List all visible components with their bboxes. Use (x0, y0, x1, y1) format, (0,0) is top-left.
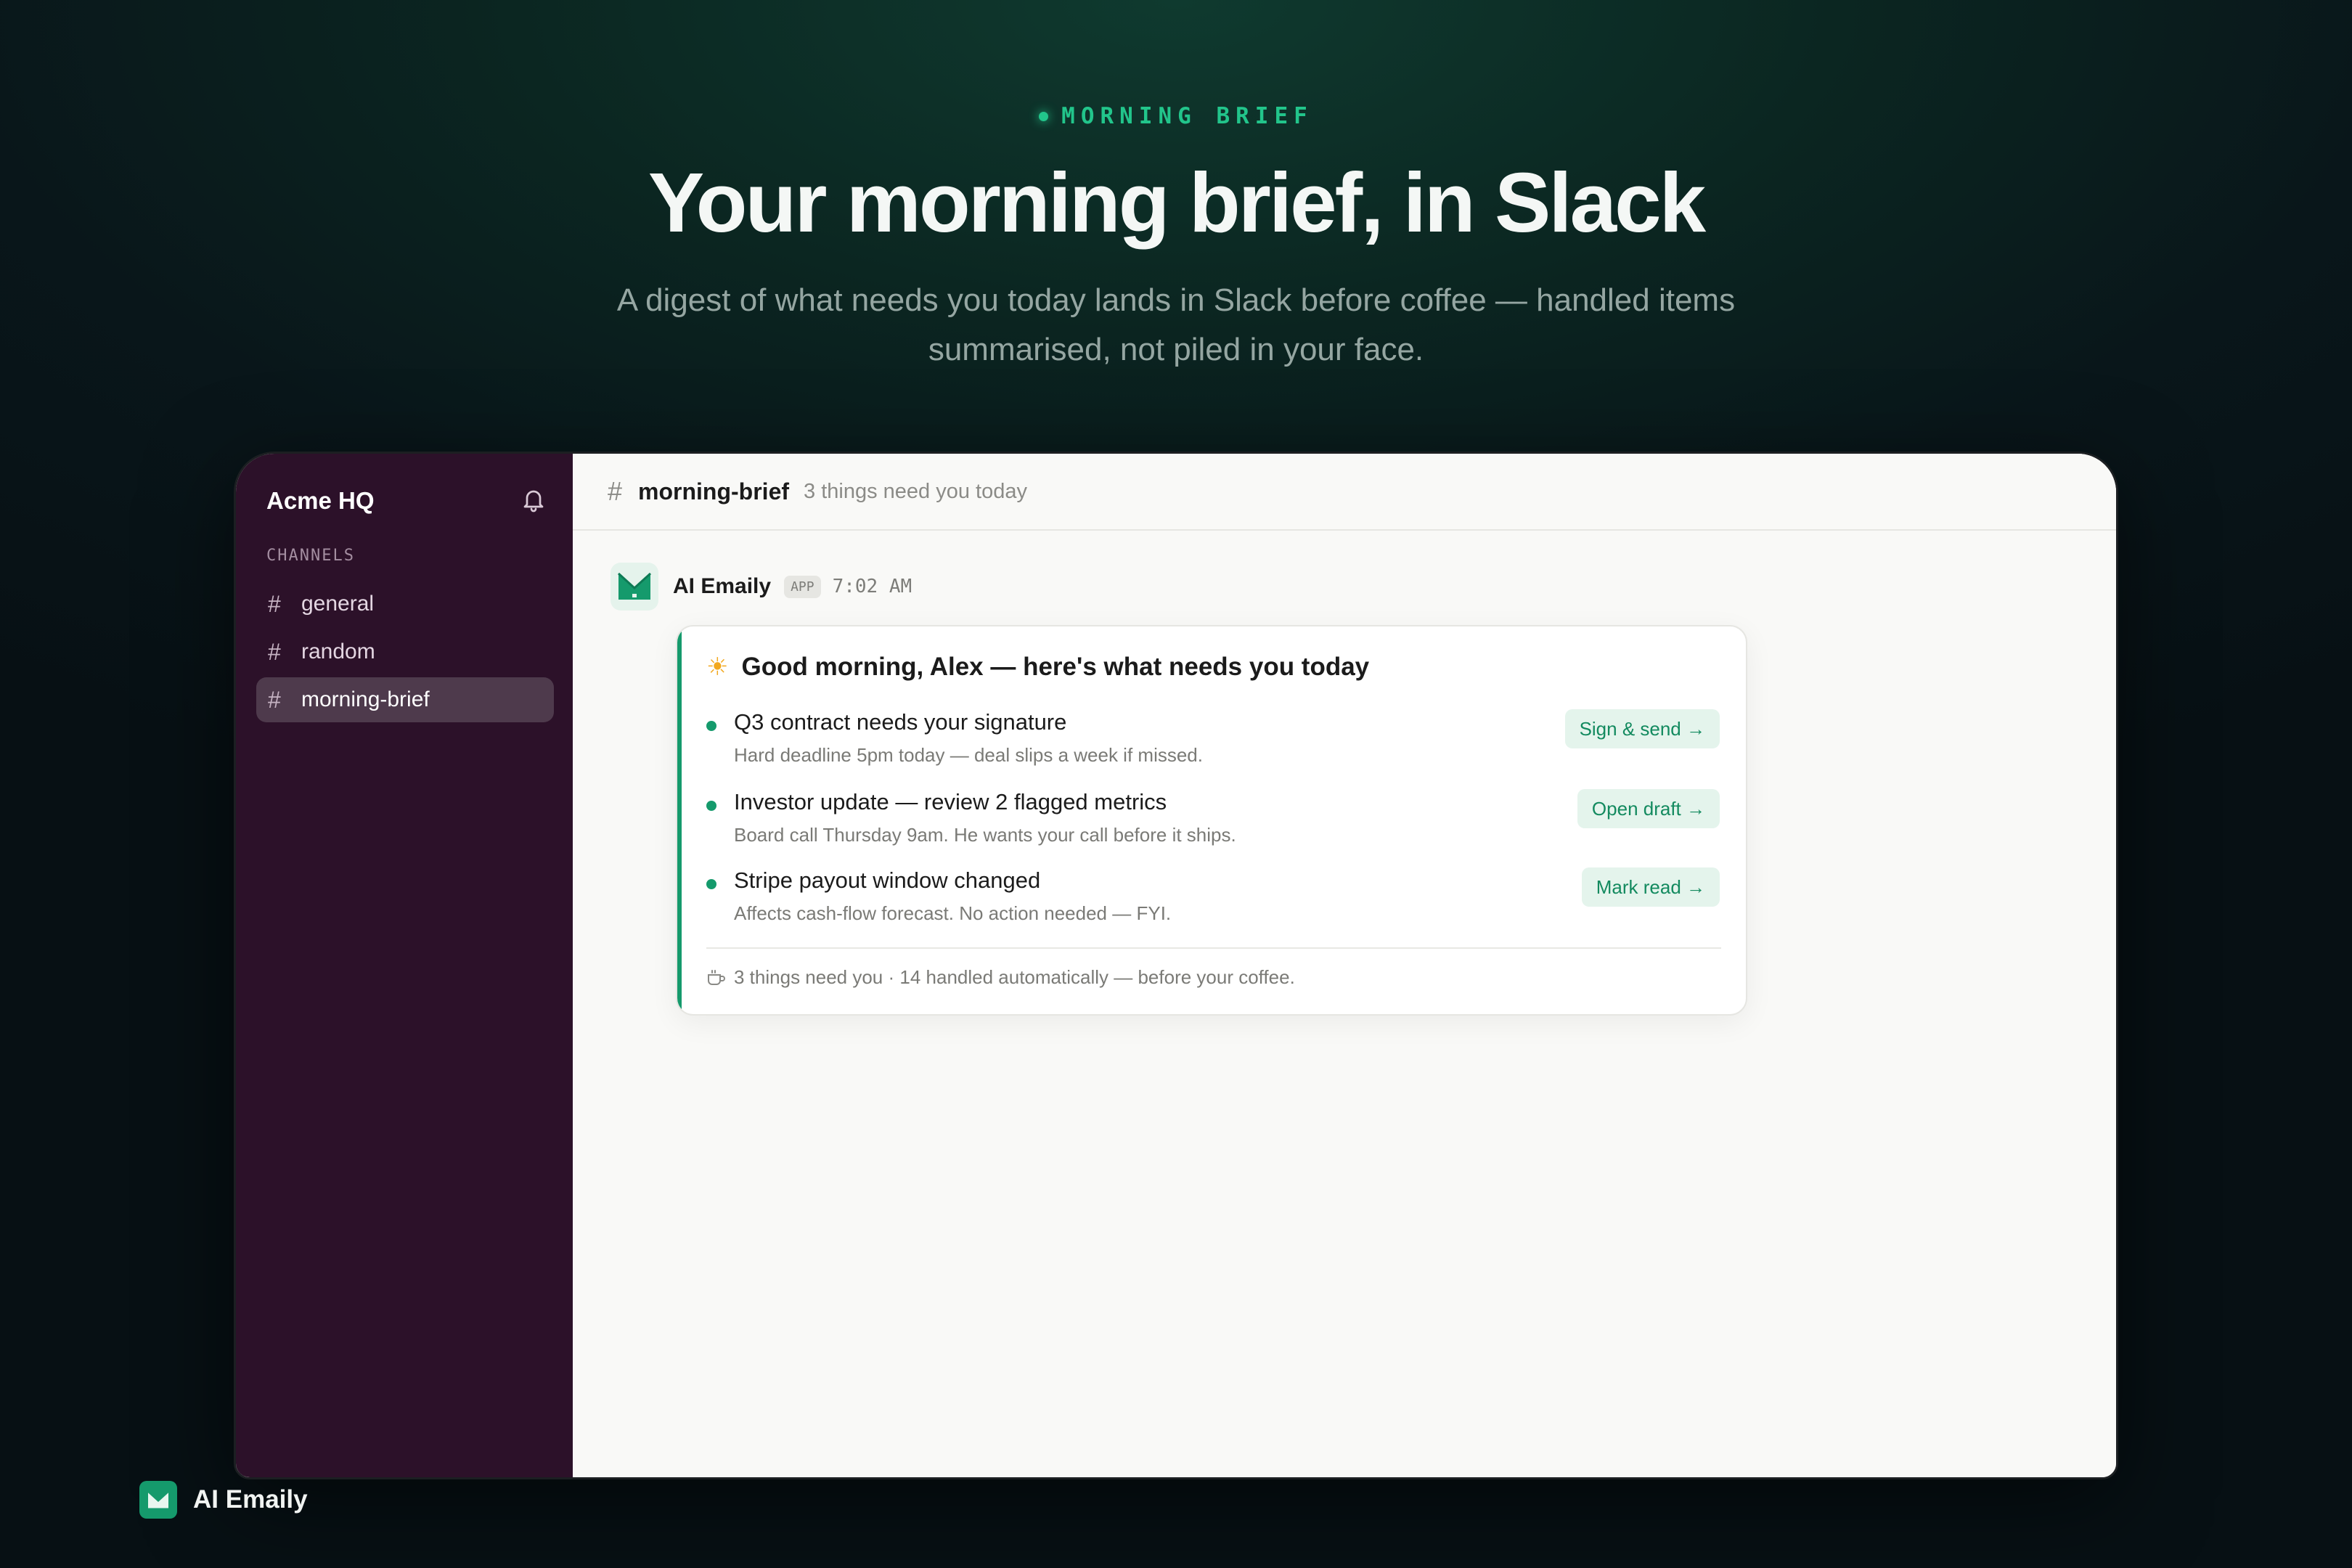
message-header: AI Emaily APP 7:02 AM (611, 563, 912, 611)
card-footer: 3 things need you · 14 handled automatic… (706, 966, 1295, 989)
item-title: Stripe payout window changed (734, 867, 1041, 893)
channel-list: # general # random # morning-brief (256, 581, 554, 725)
sidebar: Acme HQ CHANNELS # general # random # mo… (236, 454, 573, 1477)
avatar[interactable] (611, 563, 658, 611)
list-item: Investor update — review 2 flagged metri… (706, 789, 1720, 856)
channel-label: random (301, 640, 375, 663)
brand: AI Emaily (139, 1481, 308, 1519)
bell-icon[interactable] (520, 486, 547, 515)
item-subtitle: Board call Thursday 9am. He wants your c… (734, 824, 1236, 846)
channels-header: CHANNELS (266, 547, 355, 565)
bullet-icon (706, 721, 716, 731)
eyebrow-text: MORNING BRIEF (1061, 103, 1313, 129)
sign-send-button[interactable]: Sign & send → (1564, 709, 1720, 748)
sender-name[interactable]: AI Emaily (673, 574, 771, 599)
message-timestamp[interactable]: 7:02 AM (833, 576, 912, 597)
item-subtitle: Hard deadline 5pm today — deal slips a w… (734, 744, 1203, 766)
sidebar-item-morning-brief[interactable]: # morning-brief (256, 677, 554, 722)
channel-topic: 3 things need you today (804, 479, 1027, 503)
item-title: Q3 contract needs your signature (734, 709, 1067, 735)
item-title: Investor update — review 2 flagged metri… (734, 789, 1167, 814)
page-subtitle: A digest of what needs you today lands i… (616, 282, 1736, 367)
list-item: Q3 contract needs your signature Hard de… (706, 709, 1720, 776)
hash-icon: # (268, 590, 281, 617)
sidebar-item-random[interactable]: # random (256, 629, 554, 674)
brand-logo-icon (139, 1481, 177, 1519)
hash-icon: # (608, 476, 623, 506)
channel-label: morning-brief (301, 687, 430, 711)
list-item: Stripe payout window changed Affects cas… (706, 867, 1720, 934)
hash-icon: # (268, 686, 281, 713)
mail-logo-icon (617, 572, 652, 600)
open-draft-button[interactable]: Open draft → (1577, 789, 1720, 828)
mark-read-button[interactable]: Mark read → (1581, 867, 1720, 907)
card-title-text: Good morning, Alex — here's what needs y… (741, 653, 1370, 681)
app-badge: APP (784, 575, 821, 598)
channel-name[interactable]: morning-brief (638, 478, 789, 505)
page-title: Your morning brief, in Slack (648, 155, 1706, 250)
item-subtitle: Affects cash-flow forecast. No action ne… (734, 902, 1172, 924)
coffee-cup-icon (708, 969, 725, 985)
brief-card: ☀ Good morning, Alex — here's what needs… (676, 625, 1747, 1016)
channel-label: general (301, 592, 375, 616)
sidebar-item-general[interactable]: # general (256, 581, 554, 626)
card-divider (706, 947, 1721, 949)
bullet-icon (706, 879, 716, 889)
hash-icon: # (268, 638, 281, 665)
card-title: ☀ Good morning, Alex — here's what needs… (706, 653, 1369, 682)
brand-name: AI Emaily (193, 1485, 308, 1514)
eyebrow: MORNING BRIEF (0, 103, 2352, 129)
footer-text: 3 things need you · 14 handled automatic… (734, 966, 1295, 988)
channel-header: # morning-brief 3 things need you today (573, 454, 2116, 531)
eyebrow-dot-icon (1039, 111, 1049, 121)
slack-window: Acme HQ CHANNELS # general # random # mo… (234, 452, 2118, 1479)
bullet-icon (706, 801, 716, 811)
message-pane: # morning-brief 3 things need you today … (573, 454, 2116, 1477)
workspace-name[interactable]: Acme HQ (266, 487, 375, 515)
sun-icon: ☀ (706, 653, 729, 681)
